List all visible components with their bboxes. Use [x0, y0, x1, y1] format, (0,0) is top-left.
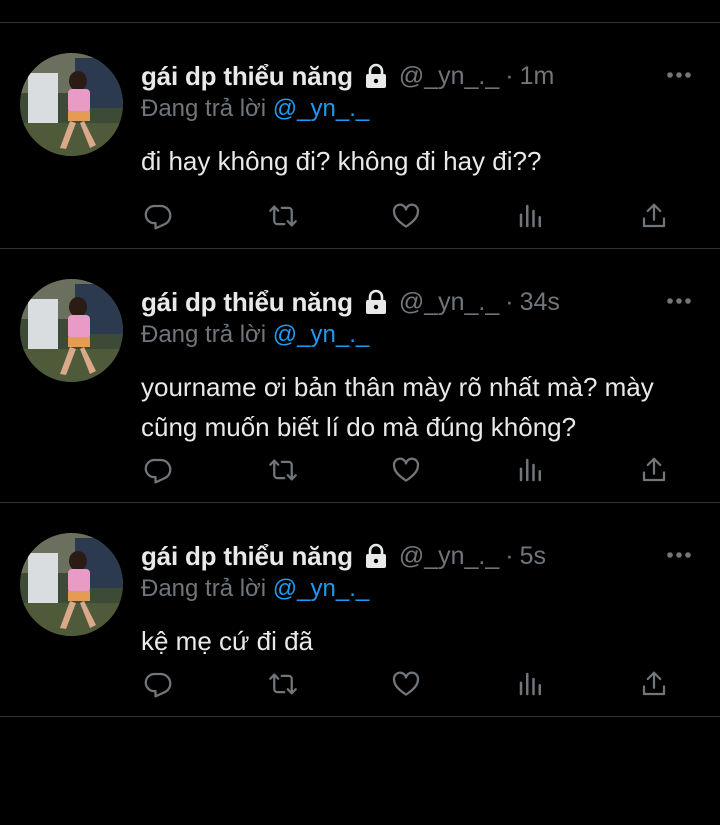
replying-to: Đang trả lời @_yn_._: [141, 95, 369, 123]
lock-icon: [363, 543, 389, 569]
views-icon[interactable]: [514, 453, 548, 487]
retweet-icon[interactable]: [266, 199, 300, 233]
reply-icon[interactable]: [141, 453, 175, 487]
tweet-feed: gái dp thiểu năng @_yn_._ · 1m Đang trả …: [0, 23, 720, 717]
reply-icon[interactable]: [141, 667, 175, 701]
user-handle[interactable]: @_yn_._: [399, 62, 499, 91]
separator: ·: [505, 61, 514, 90]
tweet-text: kệ mẹ cứ đi đã: [141, 626, 314, 656]
replying-to-handle[interactable]: @_yn_._: [273, 321, 369, 348]
replying-to: Đang trả lời @_yn_._: [141, 575, 369, 603]
replying-to-label: Đang trả lời: [141, 321, 273, 348]
separator: ·: [505, 541, 514, 570]
more-icon[interactable]: [666, 67, 692, 78]
like-icon[interactable]: [389, 667, 423, 701]
user-handle[interactable]: @_yn_._: [399, 288, 499, 317]
action-bar: [141, 453, 676, 487]
tweet-header: gái dp thiểu năng @_yn_._ · 34s: [141, 285, 560, 319]
tweet-header: gái dp thiểu năng @_yn_._ · 5s: [141, 539, 546, 573]
share-icon[interactable]: [637, 453, 671, 487]
avatar-image: [20, 53, 123, 156]
avatar[interactable]: [20, 533, 123, 636]
display-name[interactable]: gái dp thiểu năng: [141, 541, 353, 572]
retweet-icon[interactable]: [266, 667, 300, 701]
avatar[interactable]: [20, 53, 123, 156]
retweet-icon[interactable]: [266, 453, 300, 487]
avatar-image: [20, 279, 123, 382]
separator: ·: [505, 287, 514, 316]
tweet-text: yourname ơi bản thân mày rõ nhất mà? mày…: [141, 372, 654, 442]
user-handle[interactable]: @_yn_._: [399, 542, 499, 571]
action-bar: [141, 199, 676, 233]
tweet[interactable]: gái dp thiểu năng @_yn_._ · 5s Đang trả …: [0, 503, 720, 717]
reply-icon[interactable]: [141, 199, 175, 233]
tweet-header: gái dp thiểu năng @_yn_._ · 1m: [141, 59, 554, 93]
avatar-image: [20, 533, 123, 636]
replying-to-label: Đang trả lời: [141, 575, 273, 602]
tweet[interactable]: gái dp thiểu năng @_yn_._ · 34s Đang trả…: [0, 249, 720, 503]
views-icon[interactable]: [514, 199, 548, 233]
views-icon[interactable]: [514, 667, 548, 701]
display-name[interactable]: gái dp thiểu năng: [141, 61, 353, 92]
timestamp[interactable]: 1m: [520, 62, 555, 91]
replying-to-handle[interactable]: @_yn_._: [273, 95, 369, 122]
tweet-text: đi hay không đi? không đi hay đi??: [141, 146, 542, 176]
replying-to-handle[interactable]: @_yn_._: [273, 575, 369, 602]
lock-icon: [363, 289, 389, 315]
share-icon[interactable]: [637, 199, 671, 233]
lock-icon: [363, 63, 389, 89]
replying-to: Đang trả lời @_yn_._: [141, 321, 369, 349]
share-icon[interactable]: [637, 667, 671, 701]
action-bar: [141, 667, 676, 701]
like-icon[interactable]: [389, 453, 423, 487]
display-name[interactable]: gái dp thiểu năng: [141, 287, 353, 318]
like-icon[interactable]: [389, 199, 423, 233]
timestamp[interactable]: 34s: [520, 288, 560, 317]
tweet[interactable]: gái dp thiểu năng @_yn_._ · 1m Đang trả …: [0, 23, 720, 249]
timestamp[interactable]: 5s: [520, 542, 546, 571]
avatar[interactable]: [20, 279, 123, 382]
replying-to-label: Đang trả lời: [141, 95, 273, 122]
more-icon[interactable]: [666, 547, 692, 558]
more-icon[interactable]: [666, 293, 692, 304]
